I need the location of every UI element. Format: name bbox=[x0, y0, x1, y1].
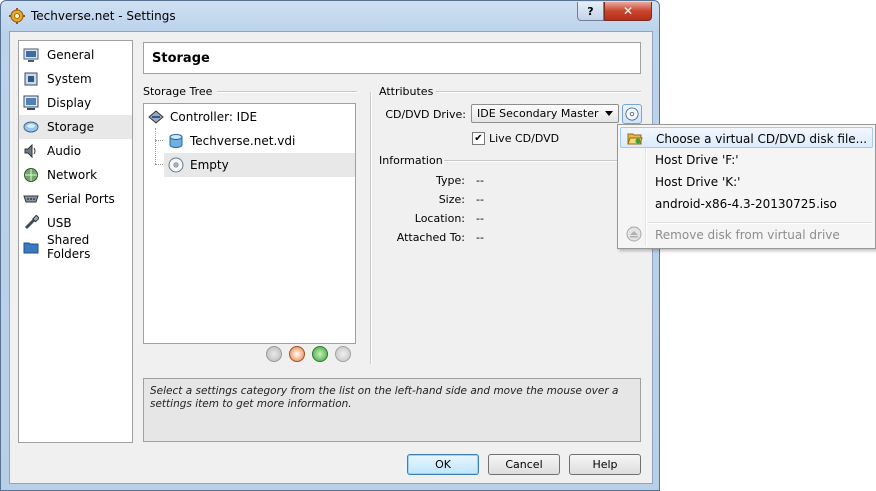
folder-icon bbox=[23, 239, 39, 255]
menu-item-choose-disk-file[interactable]: Choose a virtual CD/DVD disk file... bbox=[620, 127, 873, 148]
optical-disk-icon bbox=[625, 107, 639, 121]
add-controller-icon[interactable] bbox=[266, 346, 282, 362]
attributes-label: Attributes bbox=[379, 85, 434, 98]
menu-item-host-drive-f[interactable]: Host Drive 'F:' bbox=[620, 149, 873, 170]
sidebar-item-label: USB bbox=[47, 216, 72, 230]
close-icon: ✕ bbox=[622, 4, 634, 18]
serial-port-icon bbox=[23, 191, 39, 207]
cd-dvd-drive-select[interactable]: IDE Secondary Master bbox=[471, 104, 619, 123]
cd-dvd-drive-label: CD/DVD Drive: bbox=[385, 108, 466, 121]
tree-guide-line bbox=[155, 128, 156, 164]
checkmark-icon: ✔ bbox=[474, 133, 483, 144]
sidebar-item-label: System bbox=[47, 72, 92, 86]
sidebar-item-label: Network bbox=[47, 168, 98, 182]
disk-icon bbox=[23, 119, 39, 135]
info-location-value: -- bbox=[476, 212, 484, 225]
tree-controller-label: Controller: IDE bbox=[170, 110, 258, 124]
title-help-button[interactable]: ? bbox=[577, 2, 604, 21]
sidebar-item-label: Serial Ports bbox=[47, 192, 115, 206]
info-size-key: Size: bbox=[438, 193, 465, 206]
eject-icon bbox=[626, 226, 642, 242]
sidebar-item-label: Shared Folders bbox=[47, 233, 91, 261]
sidebar-item-network[interactable]: Network bbox=[19, 163, 132, 187]
menu-item-label: Remove disk from virtual drive bbox=[655, 228, 840, 242]
sidebar-item-display[interactable]: Display bbox=[19, 91, 132, 115]
hard-disk-icon bbox=[168, 133, 184, 149]
sidebar-item-general[interactable]: General bbox=[19, 43, 132, 67]
tree-controller-ide[interactable]: Controller: IDE bbox=[148, 105, 257, 129]
menu-item-label: Host Drive 'F:' bbox=[655, 153, 739, 167]
tree-item-label: Techverse.net.vdi bbox=[190, 134, 296, 148]
settings-category-list: General System Display Storage Audio Net… bbox=[18, 40, 133, 443]
help-button[interactable]: Help bbox=[569, 454, 641, 475]
monitor-icon bbox=[23, 47, 39, 63]
menu-item-label: android-x86-4.3-20130725.iso bbox=[655, 197, 837, 211]
tree-guide-line bbox=[155, 164, 163, 165]
dialog-body: General System Display Storage Audio Net… bbox=[9, 31, 653, 484]
sidebar-item-label: Storage bbox=[47, 120, 94, 134]
settings-window: Techverse.net - Settings ? ✕ General Sys… bbox=[0, 0, 660, 491]
disk-choice-menu: Choose a virtual CD/DVD disk file... Hos… bbox=[617, 124, 876, 249]
tree-item-hard-disk[interactable]: Techverse.net.vdi bbox=[168, 129, 356, 153]
help-description: Select a settings category from the list… bbox=[143, 378, 641, 442]
info-attached-to-key: Attached To: bbox=[396, 231, 465, 244]
optical-disk-icon bbox=[168, 157, 184, 173]
live-cd-checkbox[interactable]: ✔ bbox=[472, 132, 485, 145]
question-icon: ? bbox=[587, 4, 594, 18]
sidebar-item-usb[interactable]: USB bbox=[19, 211, 132, 235]
sidebar-item-label: Audio bbox=[47, 144, 82, 158]
menu-item-label: Host Drive 'K:' bbox=[655, 175, 741, 189]
network-icon bbox=[23, 167, 39, 183]
sidebar-item-serial-ports[interactable]: Serial Ports bbox=[19, 187, 132, 211]
info-location-key: Location: bbox=[414, 212, 465, 225]
menu-item-android-iso[interactable]: android-x86-4.3-20130725.iso bbox=[620, 193, 873, 214]
storage-tree-toolbar bbox=[266, 346, 351, 362]
usb-icon bbox=[23, 215, 39, 231]
title-close-button[interactable]: ✕ bbox=[604, 2, 652, 21]
folder-open-icon bbox=[627, 133, 643, 145]
title-bar[interactable]: Techverse.net - Settings ? ✕ bbox=[1, 1, 659, 31]
ok-button[interactable]: OK bbox=[407, 454, 479, 475]
panel-divider bbox=[370, 92, 372, 364]
sidebar-item-storage[interactable]: Storage bbox=[19, 115, 132, 139]
menu-item-host-drive-k[interactable]: Host Drive 'K:' bbox=[620, 171, 873, 192]
tree-item-empty-cd[interactable]: Empty bbox=[164, 153, 355, 177]
add-attachment-icon[interactable] bbox=[312, 346, 328, 362]
add-cd-icon[interactable] bbox=[289, 346, 305, 362]
speaker-icon bbox=[23, 143, 39, 159]
menu-item-remove-disk[interactable]: Remove disk from virtual drive bbox=[620, 224, 873, 245]
information-separator bbox=[444, 160, 641, 162]
info-size-value: -- bbox=[476, 193, 484, 206]
cancel-button[interactable]: Cancel bbox=[488, 454, 560, 475]
choose-disk-button[interactable] bbox=[622, 104, 642, 124]
tree-item-label: Empty bbox=[190, 158, 229, 172]
storage-tree-label: Storage Tree bbox=[143, 85, 213, 98]
storage-tree[interactable]: Controller: IDE Techverse.net.vdi Empty bbox=[143, 103, 356, 344]
controller-icon bbox=[148, 109, 164, 125]
sidebar-item-label: General bbox=[47, 48, 95, 62]
live-cd-label: Live CD/DVD bbox=[489, 132, 560, 145]
info-attached-to-value: -- bbox=[476, 231, 484, 244]
sidebar-item-system[interactable]: System bbox=[19, 67, 132, 91]
page-title: Storage bbox=[143, 42, 641, 74]
info-type-key: Type: bbox=[436, 174, 465, 187]
info-type-value: -- bbox=[476, 174, 484, 187]
attributes-separator bbox=[436, 91, 641, 93]
gear-icon bbox=[9, 8, 25, 24]
tree-guide-line bbox=[155, 140, 163, 141]
chevron-down-icon bbox=[605, 111, 613, 116]
sidebar-item-label: Display bbox=[47, 96, 92, 110]
menu-item-label: Choose a virtual CD/DVD disk file... bbox=[656, 132, 868, 146]
cd-dvd-drive-value: IDE Secondary Master bbox=[477, 107, 599, 120]
display-icon bbox=[23, 95, 39, 111]
chip-icon bbox=[23, 71, 39, 87]
storage-tree-separator bbox=[217, 91, 357, 93]
remove-attachment-icon[interactable] bbox=[335, 346, 351, 362]
information-label: Information bbox=[379, 154, 443, 167]
sidebar-item-shared-folders[interactable]: Shared Folders bbox=[19, 233, 132, 261]
sidebar-item-audio[interactable]: Audio bbox=[19, 139, 132, 163]
window-title: Techverse.net - Settings bbox=[31, 9, 176, 23]
